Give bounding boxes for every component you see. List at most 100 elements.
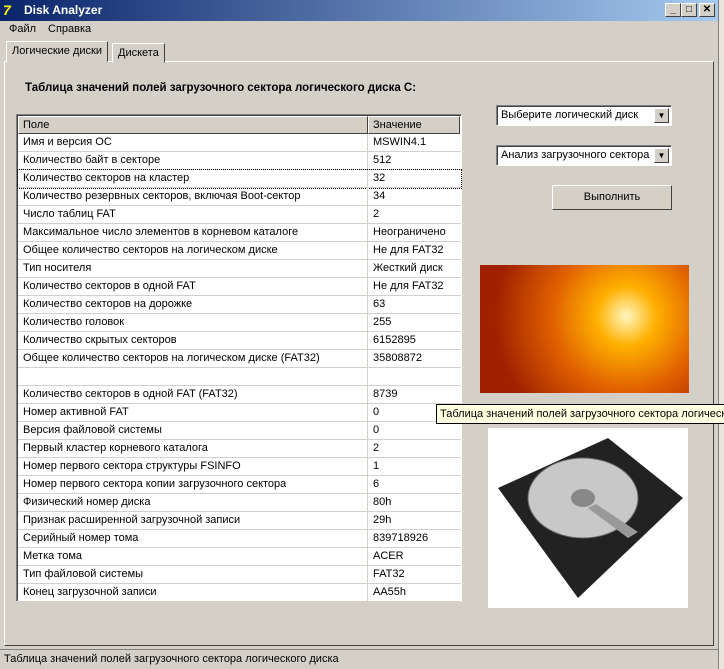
table-row[interactable]: Номер активной FAT 0 — [18, 404, 461, 422]
field-cell: Имя и версия ОС — [23, 136, 112, 148]
field-cell: Метка тома — [23, 550, 83, 562]
tooltip: Таблица значений полей загрузочного сект… — [436, 404, 724, 424]
table-row[interactable]: Количество секторов в одной FAT (FAT32) 8… — [18, 386, 461, 404]
table-row[interactable]: Общее количество секторов на логическом … — [18, 350, 461, 368]
field-cell: Номер первого сектора структуры FSINFO — [23, 460, 241, 472]
value-cell: AA55h — [373, 586, 407, 598]
minimize-button[interactable]: _ — [665, 3, 681, 17]
field-cell: Версия файловой системы — [23, 424, 162, 436]
mode-select-value: Анализ загрузочного сектора — [501, 149, 650, 161]
value-cell: FAT32 — [373, 568, 405, 580]
table-row[interactable]: Количество скрытых секторов 6152895 — [18, 332, 461, 350]
hard-drive-image — [488, 428, 688, 608]
table-row[interactable]: Количество байт в секторе 512 — [18, 152, 461, 170]
field-cell: Максимальное число элементов в корневом … — [23, 226, 299, 238]
table-row[interactable]: Имя и версия ОС MSWIN4.1 — [18, 134, 461, 152]
value-cell: 0 — [373, 424, 380, 436]
field-cell: Число таблиц FAT — [23, 208, 116, 220]
value-cell: 0 — [373, 406, 380, 418]
field-cell: Физический номер диска — [23, 496, 151, 508]
field-cell: Тип носителя — [23, 262, 92, 274]
hard-disk-platter-image — [480, 265, 689, 393]
field-cell: Конец загрузочной записи — [23, 586, 157, 598]
disk-select-value: Выберите логический диск — [501, 109, 639, 121]
table-row[interactable]: Максимальное число элементов в корневом … — [18, 224, 461, 242]
field-cell: Общее количество секторов на логическом … — [23, 352, 320, 364]
table-row[interactable] — [18, 368, 461, 386]
field-cell: Общее количество секторов на логическом … — [23, 244, 278, 256]
value-cell: 32 — [373, 172, 386, 184]
value-cell: 80h — [373, 496, 392, 508]
field-cell: Серийный номер тома — [23, 532, 139, 544]
value-cell: 839718926 — [373, 532, 429, 544]
field-cell: Количество резервных секторов, включая B… — [23, 190, 301, 202]
field-cell: Признак расширенной загрузочной записи — [23, 514, 241, 526]
value-cell: 29h — [373, 514, 392, 526]
app-logo-icon: 7 — [3, 2, 11, 18]
value-cell: 6 — [373, 478, 380, 490]
column-header-field[interactable]: Поле — [18, 116, 368, 134]
table-row[interactable]: Количество секторов в одной FAT Не для FA… — [18, 278, 461, 296]
dropdown-arrow-icon[interactable]: ▼ — [654, 148, 669, 163]
value-cell: 2 — [373, 208, 380, 220]
value-cell: Не для FAT32 — [373, 280, 444, 292]
menu-help[interactable]: Справка — [48, 23, 91, 35]
window-title: Disk Analyzer — [24, 3, 103, 17]
title-bar: 7 Disk Analyzer _ □ ✕ — [0, 0, 720, 21]
field-cell: Количество секторов в одной FAT — [23, 280, 196, 292]
table-row[interactable]: Тип носителя Жесткий диск — [18, 260, 461, 278]
value-cell: 512 — [373, 154, 392, 166]
value-cell: Жесткий диск — [373, 262, 443, 274]
field-cell: Количество байт в секторе — [23, 154, 161, 166]
table-row[interactable]: Общее количество секторов на логическом … — [18, 242, 461, 260]
table-row[interactable]: Номер первого сектора копии загрузочного… — [18, 476, 461, 494]
value-cell: ACER — [373, 550, 404, 562]
maximize-button[interactable]: □ — [681, 3, 697, 17]
value-cell: 1 — [373, 460, 380, 472]
table-row[interactable]: Число таблиц FAT 2 — [18, 206, 461, 224]
table-row[interactable]: Физический номер диска 80h — [18, 494, 461, 512]
field-cell: Номер первого сектора копии загрузочного… — [23, 478, 287, 490]
value-cell: Не для FAT32 — [373, 244, 444, 256]
field-cell: Количество скрытых секторов — [23, 334, 177, 346]
dropdown-arrow-icon[interactable]: ▼ — [654, 108, 669, 123]
value-cell: 255 — [373, 316, 392, 328]
table-row[interactable]: Количество головок 255 — [18, 314, 461, 332]
value-cell: 2 — [373, 442, 380, 454]
value-cell: 34 — [373, 190, 386, 202]
value-cell: 35808872 — [373, 352, 422, 364]
value-cell: 63 — [373, 298, 386, 310]
status-bar: Таблица значений полей загрузочного сект… — [0, 649, 718, 669]
table-row[interactable]: Количество резервных секторов, включая B… — [18, 188, 461, 206]
field-cell: Количество секторов в одной FAT (FAT32) — [23, 388, 238, 400]
table-heading: Таблица значений полей загрузочного сект… — [25, 82, 417, 94]
close-button[interactable]: ✕ — [699, 3, 715, 17]
field-cell: Количество секторов на кластер — [23, 172, 190, 184]
table-row[interactable]: Количество секторов на дорожке 63 — [18, 296, 461, 314]
table-row[interactable]: Номер первого сектора структуры FSINFO 1 — [18, 458, 461, 476]
field-cell: Тип файловой системы — [23, 568, 144, 580]
boot-sector-table[interactable]: Поле Значение Имя и версия ОС MSWIN4.1 Кол… — [16, 114, 462, 602]
menu-file[interactable]: Файл — [9, 23, 36, 35]
column-header-value[interactable]: Значение — [368, 116, 460, 134]
table-row[interactable]: Признак расширенной загрузочной записи 29… — [18, 512, 461, 530]
table-row[interactable]: Первый кластер корневого каталога 2 — [18, 440, 461, 458]
table-row[interactable]: Конец загрузочной записи AA55h — [18, 584, 461, 602]
tab-floppy[interactable]: Дискета — [112, 43, 165, 63]
table-row[interactable]: Количество секторов на кластер 32 — [17, 169, 462, 189]
table-row[interactable]: Тип файловой системы FAT32 — [18, 566, 461, 584]
table-row[interactable]: Метка тома ACER — [18, 548, 461, 566]
value-cell: 8739 — [373, 388, 398, 400]
table-row[interactable]: Серийный номер тома 839718926 — [18, 530, 461, 548]
value-cell: MSWIN4.1 — [373, 136, 427, 148]
run-button[interactable]: Выполнить — [552, 185, 672, 210]
table-row[interactable]: Версия файловой системы 0 — [18, 422, 461, 440]
mode-select[interactable]: Анализ загрузочного сектора ▼ — [496, 145, 672, 166]
value-cell: Неограничено — [373, 226, 446, 238]
field-cell: Номер активной FAT — [23, 406, 129, 418]
window-edge — [718, 0, 724, 669]
disk-select[interactable]: Выберите логический диск ▼ — [496, 105, 672, 126]
tab-logical-disks[interactable]: Логические диски — [6, 41, 108, 62]
value-cell: 6152895 — [373, 334, 416, 346]
field-cell: Первый кластер корневого каталога — [23, 442, 208, 454]
